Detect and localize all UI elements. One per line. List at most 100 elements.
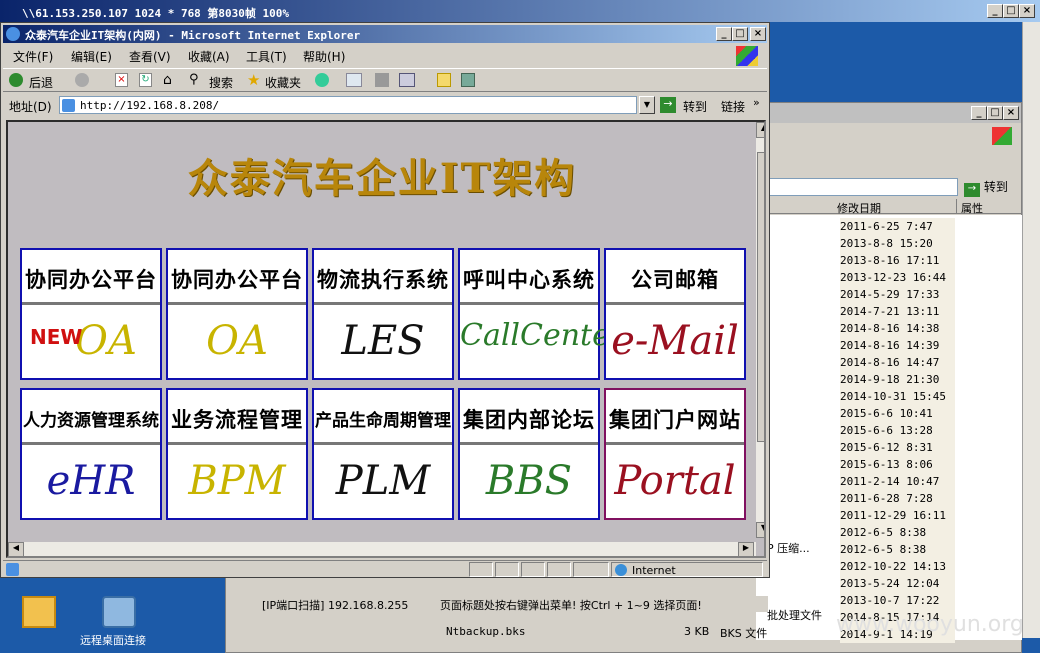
file-row-type: BKS 文件 — [720, 627, 768, 640]
app-tile-logo[interactable]: OA — [168, 308, 306, 378]
chevron-right-icon[interactable]: » — [753, 96, 760, 109]
address-value: http://192.168.8.208/ — [80, 99, 220, 112]
app-tile[interactable]: 呼叫中心系统 CallCenter — [458, 248, 624, 380]
folder-shortcut-icon[interactable] — [22, 596, 56, 628]
scroll-up-icon[interactable]: ▲ — [756, 122, 764, 138]
address-input[interactable]: http://192.168.8.208/ — [59, 96, 637, 114]
back-arrow-icon[interactable] — [9, 73, 23, 87]
rdp-close-button[interactable]: × — [1019, 4, 1035, 18]
go-arrow-icon[interactable]: → — [660, 97, 676, 113]
file-row-date: 2013-10-7 17:22 — [840, 592, 955, 609]
app-tile-logo[interactable]: e-Mail — [606, 308, 744, 378]
rdp-minimize-button[interactable]: _ — [987, 4, 1003, 18]
app-tile-label[interactable]: 集团门户网站 — [606, 390, 744, 445]
search-icon[interactable]: ⚲ — [189, 72, 199, 87]
ie-close-button[interactable]: × — [750, 27, 766, 41]
file-row-date: 2012-6-5 8:38 — [840, 524, 955, 541]
page-title: 众泰汽车企业IT架构 — [187, 155, 577, 202]
menu-help[interactable]: 帮助(H) — [303, 48, 345, 65]
menu-file[interactable]: 文件(F) — [13, 48, 53, 65]
forward-arrow-icon[interactable] — [75, 73, 89, 87]
discuss-icon[interactable] — [437, 73, 451, 87]
scroll-right-icon[interactable]: ▶ — [738, 542, 754, 556]
app-tile-logo[interactable]: LES — [314, 308, 452, 378]
explorer-minimize-button[interactable]: _ — [971, 106, 987, 120]
app-tile-label[interactable]: 产品生命周期管理 — [314, 390, 452, 445]
file-row-date: 2014-7-21 13:11 — [840, 303, 955, 320]
ie-minimize-button[interactable]: _ — [716, 27, 732, 41]
app-tile-label[interactable]: 协同办公平台 — [168, 250, 306, 305]
file-row-date: 2011-6-28 7:28 — [840, 490, 955, 507]
menu-edit[interactable]: 编辑(E) — [71, 48, 112, 65]
status-page-icon — [6, 563, 19, 576]
app-tile-label[interactable]: 人力资源管理系统 — [22, 390, 160, 445]
app-tile-label[interactable]: 协同办公平台 — [22, 250, 160, 305]
app-tile-label[interactable]: 公司邮箱 — [606, 250, 744, 305]
explorer-address-input[interactable] — [768, 178, 958, 196]
print-icon[interactable] — [375, 73, 389, 87]
app-tile-label[interactable]: 业务流程管理 — [168, 390, 306, 445]
menu-view[interactable]: 查看(V) — [129, 48, 171, 65]
favorites-star-icon[interactable]: ★ — [247, 71, 260, 89]
go-arrow-icon: → — [964, 183, 980, 197]
content-horizontal-scrollbar[interactable]: ◀ ▶ — [8, 542, 756, 556]
refresh-icon[interactable]: ↻ — [139, 73, 152, 87]
mail-icon[interactable] — [346, 73, 362, 87]
app-tile[interactable]: 集团内部论坛 BBS — [458, 388, 600, 520]
app-tile-logo[interactable]: Portal — [606, 448, 744, 518]
search-button[interactable]: 搜索 — [209, 74, 233, 91]
rdp-vertical-scrollbar[interactable] — [1022, 22, 1040, 638]
file-row-name[interactable]: Ntbackup.bks — [446, 625, 525, 638]
media-icon[interactable] — [315, 73, 329, 87]
explorer-go-button[interactable]: → 转到 — [964, 178, 1008, 197]
column-attributes[interactable]: 属性 — [957, 199, 1022, 215]
app-tile-logo[interactable]: eHR — [22, 448, 160, 518]
menu-tools[interactable]: 工具(T) — [246, 48, 287, 65]
explorer-maximize-button[interactable]: □ — [987, 106, 1003, 120]
scroll-thumb[interactable] — [757, 152, 764, 442]
explorer-close-button[interactable]: × — [1003, 106, 1019, 120]
app-tile-label[interactable]: 物流执行系统 — [314, 250, 452, 305]
app-tile-logo[interactable]: BBS — [460, 448, 598, 518]
column-modified-date[interactable]: 修改日期 — [833, 199, 957, 215]
remote-desktop-icon[interactable] — [102, 596, 136, 628]
app-tile-logo[interactable]: CallCenter — [460, 308, 624, 378]
rdp-title-text: \\61.153.250.107 1024 * 768 第8030帧 100% — [22, 7, 290, 20]
content-vertical-scrollbar[interactable]: ▲ ▼ — [756, 122, 764, 538]
app-tile[interactable]: 业务流程管理 BPM — [166, 388, 308, 520]
stop-icon[interactable]: × — [115, 73, 128, 87]
app-tile-label[interactable]: 集团内部论坛 — [460, 390, 598, 445]
scroll-left-icon[interactable]: ◀ — [8, 542, 24, 556]
explorer-file-list[interactable]: 2011-6-25 7:47 2013-8-8 15:20 2013-8-16 17… — [756, 215, 1022, 643]
ie-maximize-button[interactable]: □ — [732, 27, 748, 41]
ie-title-text: 众泰汽车企业IT架构(内网) - Microsoft Internet Expl… — [25, 29, 361, 42]
address-dropdown-icon[interactable]: ▼ — [639, 96, 655, 114]
rdp-maximize-button[interactable]: □ — [1003, 4, 1019, 18]
scroll-down-icon[interactable]: ▼ — [756, 522, 764, 538]
file-row-date: 2015-6-13 8:06 — [840, 456, 955, 473]
messenger-icon[interactable] — [461, 73, 475, 87]
file-row-date: 2013-8-8 15:20 — [840, 235, 955, 252]
explorer-column-header: 修改日期 属性 — [756, 199, 1022, 215]
app-tile-logo[interactable]: PLM — [314, 448, 452, 518]
app-tile[interactable]: 产品生命周期管理 PLM — [312, 388, 454, 520]
app-tile[interactable]: 协同办公平台 OA — [166, 248, 308, 380]
favorites-button[interactable]: 收藏夹 — [265, 74, 301, 91]
ie-window: 众泰汽车企业IT架构(内网) - Microsoft Internet Expl… — [0, 22, 770, 578]
home-icon[interactable]: ⌂ — [163, 72, 172, 88]
app-tile[interactable]: 人力资源管理系统 eHR — [20, 388, 162, 520]
menu-favorites[interactable]: 收藏(A) — [188, 48, 230, 65]
app-tile[interactable]: 协同办公平台 OA NEW — [20, 248, 162, 380]
ie-menu-bar: 文件(F) 编辑(E) 查看(V) 收藏(A) 工具(T) 帮助(H) — [3, 46, 767, 66]
app-tile[interactable]: 集团门户网站 Portal — [604, 388, 746, 520]
app-tile[interactable]: 物流执行系统 LES — [312, 248, 454, 380]
app-tile-logo[interactable]: BPM — [168, 448, 306, 518]
file-row-date: 2013-12-23 16:44 — [840, 269, 955, 286]
go-button[interactable]: 转到 — [683, 98, 707, 115]
app-tile-label[interactable]: 呼叫中心系统 — [460, 250, 598, 305]
back-button[interactable]: 后退 — [29, 74, 53, 91]
edit-icon[interactable] — [399, 73, 415, 87]
links-button[interactable]: 链接 — [721, 98, 745, 115]
desktop-icon-label: 远程桌面连接 — [80, 634, 146, 647]
app-tile[interactable]: 公司邮箱 e-Mail — [604, 248, 746, 380]
